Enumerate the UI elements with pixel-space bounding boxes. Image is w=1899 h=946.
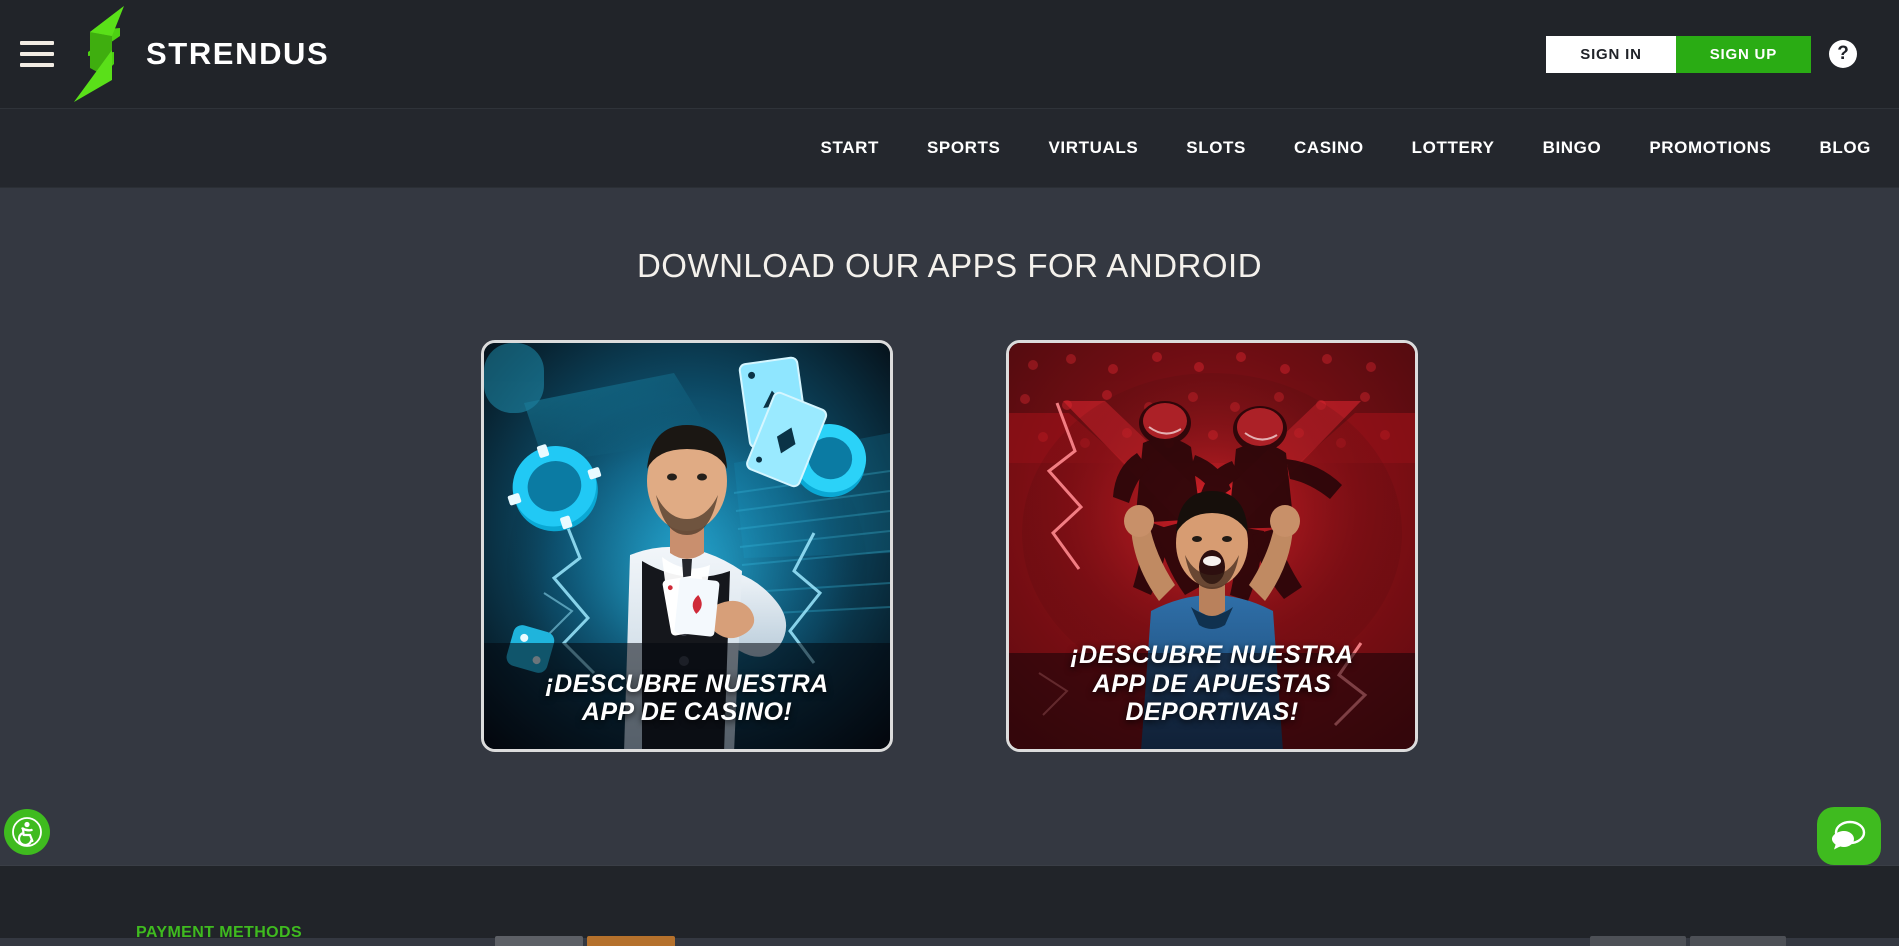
page-title: DOWNLOAD OUR APPS FOR ANDROID	[636, 247, 1263, 284]
nav-item-slots[interactable]: SLOTS	[1162, 138, 1270, 158]
hamburger-menu-icon[interactable]	[14, 31, 60, 77]
header-actions: SIGN IN SIGN UP ?	[1546, 35, 1899, 73]
hamburger-bar	[20, 41, 54, 45]
casino-app-card[interactable]: ¡DESCUBRE NUESTRA APP DE CASINO!	[481, 340, 893, 752]
casino-card-caption: ¡DESCUBRE NUESTRA APP DE CASINO!	[484, 670, 890, 728]
strendus-bolt-logo	[74, 6, 124, 102]
nav-item-promotions[interactable]: PROMOTIONS	[1625, 138, 1795, 158]
nav-item-bingo[interactable]: BINGO	[1519, 138, 1626, 158]
chat-widget-button[interactable]	[1817, 807, 1881, 865]
sign-up-button[interactable]: SIGN UP	[1675, 35, 1811, 73]
accessibility-widget-button[interactable]	[4, 809, 50, 855]
sign-in-button[interactable]: SIGN IN	[1546, 35, 1676, 73]
nav-item-lottery[interactable]: LOTTERY	[1388, 138, 1519, 158]
wheelchair-accessibility-icon	[12, 817, 42, 847]
nav-item-casino[interactable]: CASINO	[1270, 138, 1388, 158]
payment-methods-heading: PAYMENT METHODS	[136, 924, 303, 941]
brand-name: STRENDUS	[146, 36, 330, 71]
nav-item-virtuals[interactable]: VIRTUALS	[1024, 138, 1162, 158]
site-footer: PAYMENT METHODS	[0, 865, 1899, 946]
sports-card-caption: ¡DESCUBRE NUESTRA APP DE APUESTAS DEPORT…	[1009, 641, 1415, 727]
hamburger-bar	[20, 52, 54, 56]
main-navigation: START SPORTS VIRTUALS SLOTS CASINO LOTTE…	[0, 108, 1899, 188]
chat-bubbles-icon	[1832, 820, 1866, 850]
nav-list: START SPORTS VIRTUALS SLOTS CASINO LOTTE…	[797, 138, 1899, 158]
sports-caption-line-1: ¡DESCUBRE NUESTRA	[1070, 640, 1354, 669]
help-icon[interactable]: ?	[1829, 40, 1857, 68]
hamburger-bar	[20, 63, 54, 67]
nav-item-blog[interactable]: BLOG	[1795, 138, 1899, 158]
nav-item-sports[interactable]: SPORTS	[903, 138, 1025, 158]
sports-caption-line-2: APP DE APUESTAS DEPORTIVAS!	[1092, 669, 1332, 727]
site-header: STRENDUS SIGN IN SIGN UP ?	[0, 0, 1899, 108]
casino-caption-line-2: APP DE CASINO!	[581, 698, 793, 727]
sports-app-card[interactable]: ¡DESCUBRE NUESTRA APP DE APUESTAS DEPORT…	[1006, 340, 1418, 752]
site-logo[interactable]: STRENDUS	[68, 0, 329, 108]
main-content: DOWNLOAD OUR APPS FOR ANDROID ¡DESCUBRE …	[0, 189, 1899, 865]
app-cards-row: ¡DESCUBRE NUESTRA APP DE CASINO! ¡DESCUB…	[0, 340, 1899, 752]
casino-caption-line-1: ¡DESCUBRE NUESTRA	[545, 669, 829, 698]
nav-item-start[interactable]: START	[797, 138, 903, 158]
